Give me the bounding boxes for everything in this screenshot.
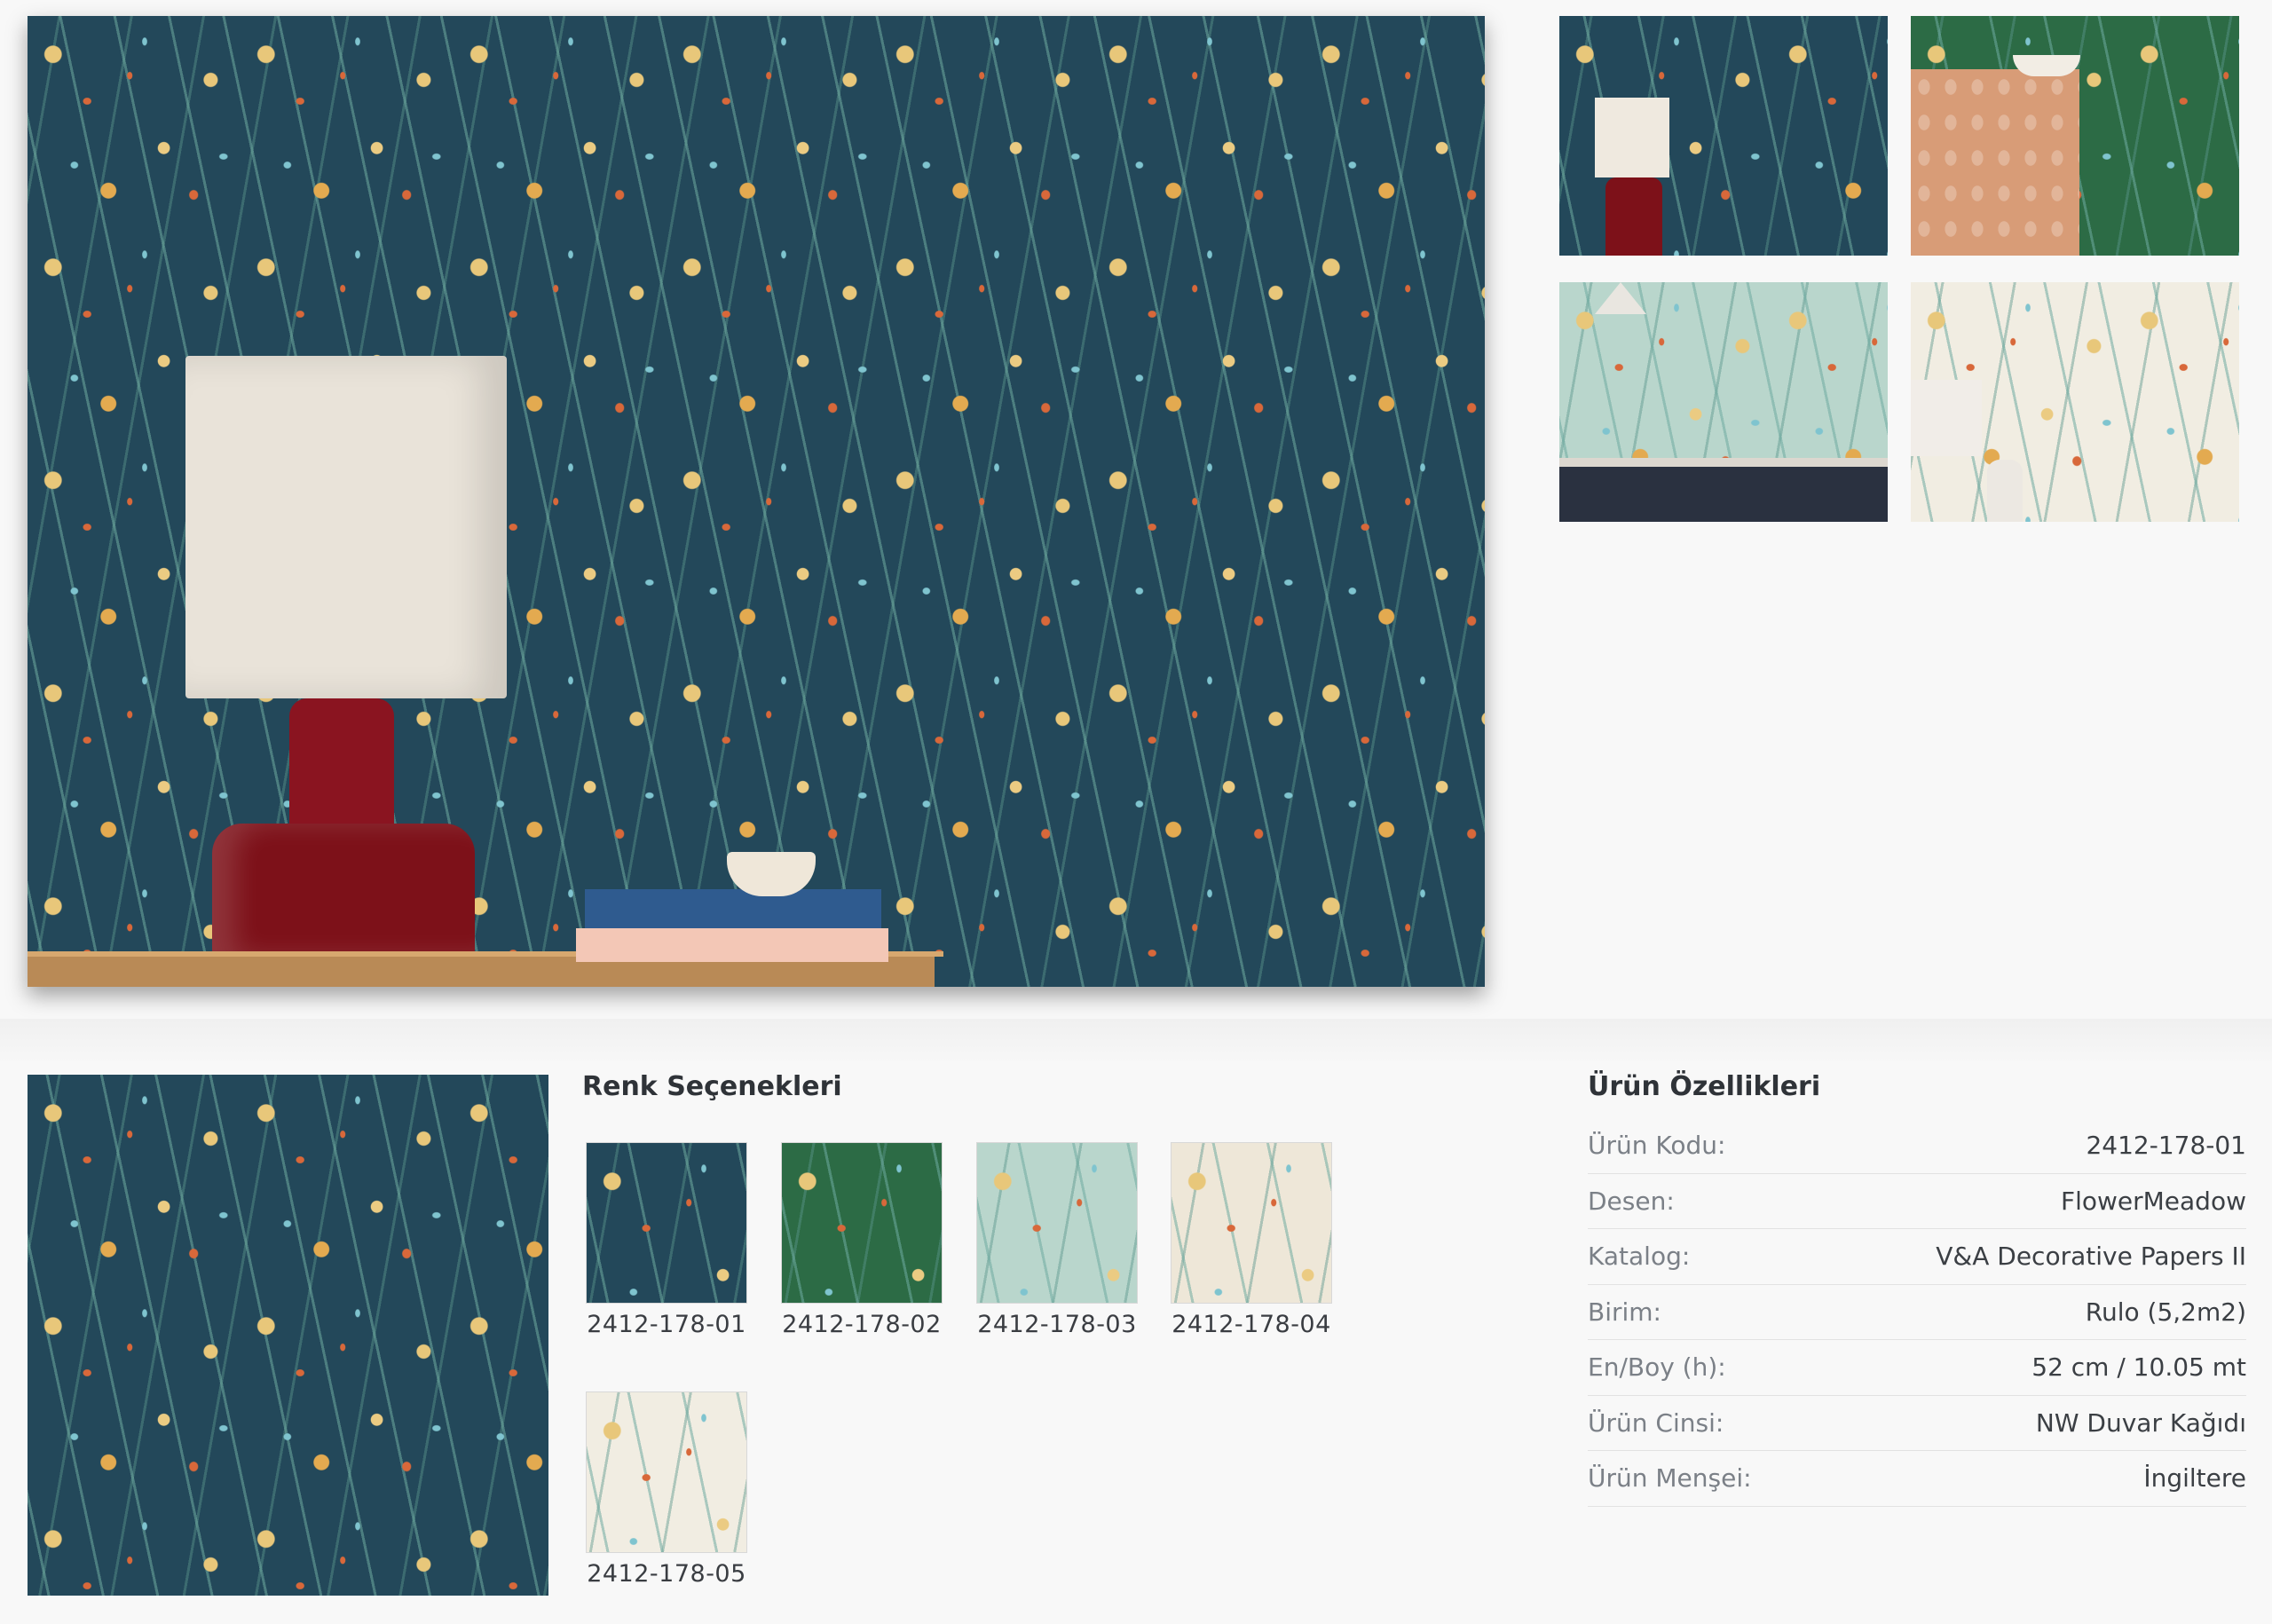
color-option[interactable]: 2412-178-01	[586, 1142, 747, 1338]
gallery-thumbnail-3[interactable]	[1559, 282, 1888, 522]
property-value: 52 cm / 10.05 mt	[2031, 1352, 2246, 1383]
lamp-shade	[1911, 380, 1982, 456]
property-label: Ürün Kodu:	[1588, 1131, 1726, 1161]
color-option[interactable]: 2412-178-03	[976, 1142, 1138, 1338]
pattern-detail-image[interactable]	[28, 1075, 548, 1596]
property-row-origin: Ürün Menşei: İngiltere	[1588, 1451, 2246, 1507]
property-value: İngiltere	[2143, 1463, 2246, 1494]
book-pink	[576, 928, 888, 962]
cabinet	[1911, 69, 2079, 256]
lamp-shade	[1595, 98, 1669, 177]
property-value: V&A Decorative Papers II	[1936, 1242, 2246, 1272]
main-product-image[interactable]	[28, 16, 1485, 987]
property-label: En/Boy (h):	[1588, 1352, 1726, 1383]
gallery-thumbnail-2[interactable]	[1911, 16, 2239, 256]
property-value: Rulo (5,2m2)	[2085, 1297, 2246, 1327]
property-label: Katalog:	[1588, 1242, 1691, 1272]
color-option[interactable]: 2412-178-04	[1171, 1142, 1332, 1338]
counter-top	[1559, 458, 1888, 467]
color-code: 2412-178-04	[1172, 1311, 1331, 1338]
property-label: Desen:	[1588, 1186, 1675, 1216]
property-label: Ürün Cinsi:	[1588, 1407, 1724, 1438]
lamp-base	[1605, 177, 1662, 256]
gallery-thumbnail-1[interactable]	[1559, 16, 1888, 256]
color-swatch-image[interactable]	[586, 1391, 747, 1553]
color-option[interactable]: 2412-178-05	[586, 1391, 747, 1588]
pendant-light	[1595, 282, 1646, 314]
color-swatch-image[interactable]	[586, 1142, 747, 1304]
property-row-type: Ürün Cinsi: NW Duvar Kağıdı	[1588, 1396, 2246, 1451]
color-code: 2412-178-03	[977, 1311, 1137, 1338]
property-row-dimensions: En/Boy (h): 52 cm / 10.05 mt	[1588, 1340, 2246, 1396]
color-options-title: Renk Seçenekleri	[582, 1071, 842, 1102]
lamp-base	[212, 824, 475, 957]
property-row-pattern: Desen: FlowerMeadow	[1588, 1174, 2246, 1229]
vase	[1987, 460, 2023, 522]
color-code: 2412-178-05	[587, 1560, 746, 1588]
property-label: Ürün Menşei:	[1588, 1463, 1752, 1494]
property-row-unit: Birim: Rulo (5,2m2)	[1588, 1285, 2246, 1340]
property-row-catalog: Katalog: V&A Decorative Papers II	[1588, 1229, 2246, 1285]
property-value: NW Duvar Kağıdı	[2035, 1407, 2246, 1438]
property-row-code: Ürün Kodu: 2412-178-01	[1588, 1118, 2246, 1174]
property-value: 2412-178-01	[2086, 1131, 2246, 1161]
bowl	[2013, 55, 2080, 76]
product-properties-title: Ürün Özellikleri	[1588, 1071, 1821, 1102]
color-swatch-image[interactable]	[976, 1142, 1138, 1304]
book-blue	[585, 889, 881, 930]
property-value: FlowerMeadow	[2060, 1186, 2246, 1216]
color-code: 2412-178-02	[782, 1311, 942, 1338]
kitchen-counter	[1559, 467, 1888, 522]
color-option[interactable]: 2412-178-02	[781, 1142, 943, 1338]
color-swatch-image[interactable]	[781, 1142, 943, 1304]
color-code: 2412-178-01	[587, 1311, 746, 1338]
color-swatch-image[interactable]	[1171, 1142, 1332, 1304]
gallery-thumbnail-4[interactable]	[1911, 282, 2239, 522]
section-divider	[0, 1019, 2272, 1061]
property-label: Birim:	[1588, 1297, 1661, 1327]
lamp-shade	[185, 356, 507, 698]
product-properties-table: Ürün Kodu: 2412-178-01 Desen: FlowerMead…	[1588, 1118, 2246, 1507]
